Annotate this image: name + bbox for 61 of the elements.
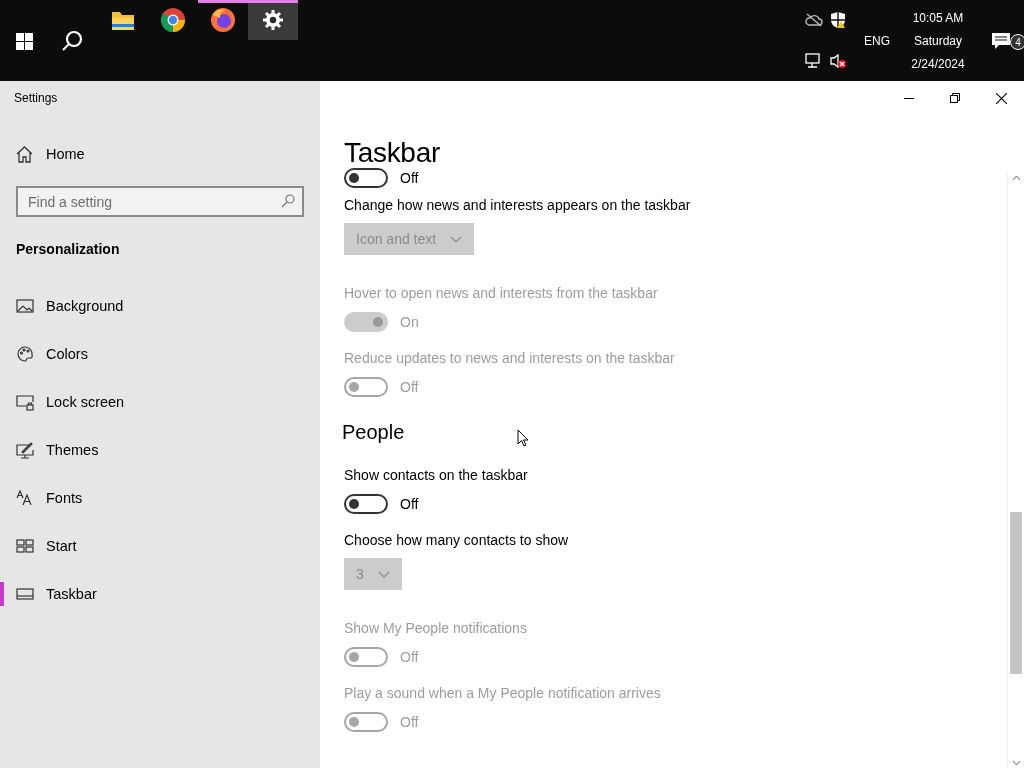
setting-label: Show contacts on the taskbar <box>344 466 528 485</box>
search-icon[interactable] <box>61 30 83 52</box>
font-size-icon <box>16 489 34 507</box>
toggle-state: Off <box>400 496 419 512</box>
gear-icon <box>262 9 284 31</box>
nav-item[interactable]: Start <box>0 522 320 570</box>
notification-count: 4 <box>1010 34 1024 50</box>
nav-item[interactable]: Themes <box>0 426 320 474</box>
screen-lock-icon <box>16 393 34 411</box>
clock-date[interactable]: 2/24/2024 <box>911 56 965 71</box>
notification-icon[interactable] <box>991 31 1011 50</box>
nav-item[interactable]: Lock screen <box>0 378 320 426</box>
language-indicator[interactable]: ENG <box>864 33 890 48</box>
volume-muted-icon[interactable] <box>829 52 847 69</box>
page-title: Taskbar <box>344 137 440 169</box>
setting-label: Reduce updates to news and interests on the taskbar <box>344 349 675 368</box>
taskbar-icon <box>16 585 34 603</box>
monitor-brush-icon <box>16 441 34 459</box>
toggle-state: On <box>400 314 419 330</box>
toggle-state: Off <box>400 170 419 186</box>
firefox-icon <box>210 7 236 33</box>
nav-item[interactable]: Background <box>0 282 320 330</box>
taskbar-app[interactable] <box>248 0 298 40</box>
search-field[interactable]: Find a setting <box>16 186 304 217</box>
setting-label: Show My People notifications <box>344 619 527 638</box>
windows-logo-icon[interactable] <box>15 32 33 50</box>
toggle-switch[interactable] <box>344 168 388 188</box>
mouse-pointer-icon <box>517 429 529 447</box>
nav-item[interactable]: Taskbar <box>0 570 320 618</box>
toggle-state: Off <box>400 379 419 395</box>
shield-warning-icon[interactable] <box>830 11 846 30</box>
toggle-state: Off <box>400 649 419 665</box>
setting-label: Change how news and interests appears on the taskbar <box>344 196 691 215</box>
folder-icon <box>111 9 135 31</box>
section-heading: People <box>342 419 405 445</box>
start-tiles-icon <box>16 537 34 555</box>
network-icon[interactable] <box>805 52 823 69</box>
section-heading: Personalization <box>16 241 120 257</box>
home-icon <box>16 145 33 163</box>
nav-item[interactable]: Colors <box>0 330 320 378</box>
clock-time[interactable]: 10:05 AM <box>912 10 964 25</box>
close-icon[interactable] <box>995 92 1007 104</box>
chevron-down-icon <box>377 570 390 578</box>
home-link[interactable]: Home <box>0 134 85 174</box>
scroll-down-icon[interactable] <box>1011 758 1021 768</box>
setting-label: Choose how many contacts to show <box>344 531 569 550</box>
nav-item[interactable]: Fonts <box>0 474 320 522</box>
chevron-down-icon <box>450 235 463 243</box>
palette-icon <box>16 345 34 363</box>
toggle-state: Off <box>400 714 419 730</box>
chrome-icon <box>160 7 186 33</box>
scrollbar[interactable] <box>1007 172 1024 768</box>
restore-icon[interactable] <box>950 93 960 103</box>
setting-label: Play a sound when a My People notification arrives <box>344 684 661 703</box>
cloud-off-icon[interactable] <box>805 13 823 28</box>
toggle-switch[interactable] <box>344 494 388 514</box>
image-icon <box>16 297 34 315</box>
clock-day[interactable]: Saturday <box>914 33 962 48</box>
setting-label: Hover to open news and interests from the taskbar <box>344 284 658 303</box>
window-title: Settings <box>14 91 58 105</box>
scrollbar-thumb[interactable] <box>1010 512 1022 674</box>
